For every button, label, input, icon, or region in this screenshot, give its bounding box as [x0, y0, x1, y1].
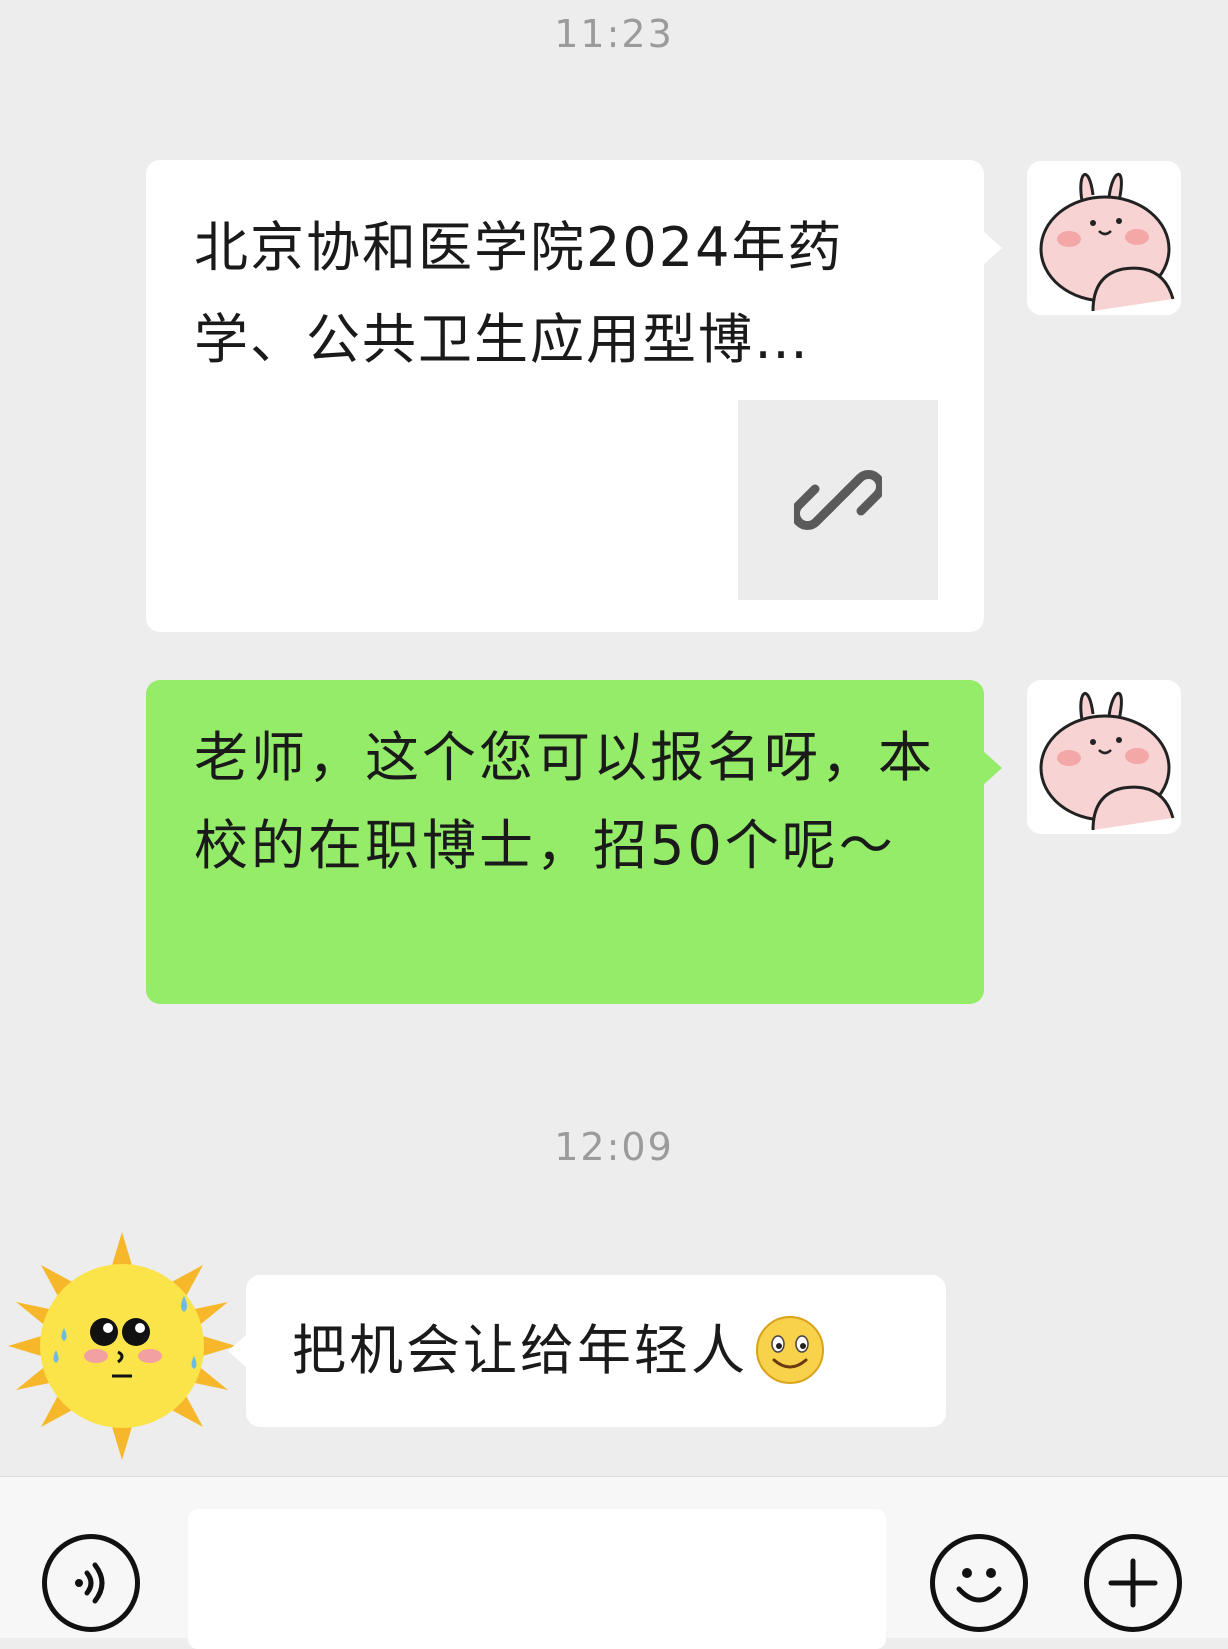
emoji-button[interactable] — [930, 1534, 1028, 1632]
message-input[interactable] — [188, 1509, 886, 1649]
message-text: 老师，这个您可以报名呀，本校的在职博士，招50个呢～ — [194, 726, 935, 877]
sun-avatar[interactable] — [8, 1232, 236, 1460]
sun-avatar-image — [8, 1232, 236, 1460]
link-thumbnail — [738, 400, 938, 600]
bunny-avatar[interactable] — [1027, 680, 1181, 834]
emoji-icon — [956, 1568, 1002, 1603]
plus-button[interactable] — [1084, 1534, 1182, 1632]
voice-icon — [75, 1562, 105, 1604]
timestamp-1209: 12:09 — [554, 1125, 674, 1169]
bunny-avatar-image — [1027, 680, 1181, 834]
link-card-message[interactable]: 北京协和医学院2024年药学、公共卫生应用型博… — [146, 160, 1002, 632]
bunny-avatar-image — [1027, 161, 1181, 315]
received-message-row: 把机会让给年轻人 — [292, 1315, 826, 1390]
bunny-avatar[interactable] — [1027, 161, 1181, 315]
message-text: 把机会让给年轻人 — [292, 1319, 748, 1382]
voice-button[interactable] — [42, 1534, 140, 1632]
input-bar — [0, 1476, 1228, 1649]
plus-icon — [1108, 1558, 1158, 1608]
received-text-bubble[interactable]: 把机会让给年轻人 — [228, 1275, 946, 1427]
link-title: 北京协和医学院2024年药学、公共卫生应用型博… — [194, 216, 844, 371]
link-icon — [794, 470, 882, 530]
sent-text-bubble[interactable]: 老师，这个您可以报名呀，本校的在职博士，招50个呢～ — [146, 680, 1002, 1004]
timestamp-1123: 11:23 — [554, 12, 674, 56]
smile-emoji-icon — [756, 1316, 824, 1385]
